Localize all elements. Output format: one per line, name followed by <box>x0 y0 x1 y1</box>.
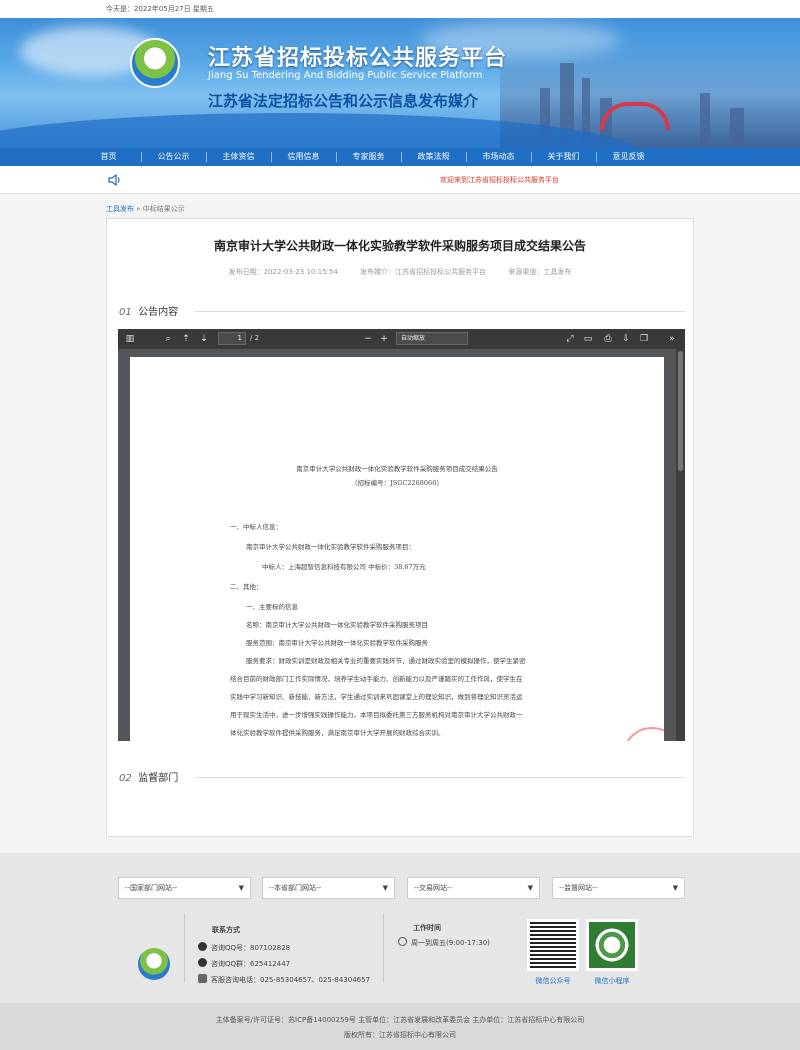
current-date: 今天是：2022年05月27日 星期五 <box>106 5 214 13</box>
nav-item-credentials[interactable]: 主体资信 <box>206 148 271 166</box>
contact-phone: 客服咨询电话：025-85304657、025-84304657 <box>198 974 370 985</box>
site-title: 江苏省招标投标公共服务平台 <box>208 46 508 71</box>
trading-sites-select[interactable]: --交易网站-- ▼ <box>407 877 540 899</box>
copyright-line-1: 主体备案号/许可证号：苏ICP备14000259号 主管单位：江苏省发展和改革委… <box>215 1016 585 1024</box>
pdf-line: 二、其他： <box>230 583 263 591</box>
pdf-line: 名称：南京审计大学公共财政一体化实验教学软件采购服务项目 <box>246 621 428 629</box>
section-label: 公告内容 <box>138 307 179 318</box>
top-date-bar: 今天是：2022年05月27日 星期五 <box>0 0 800 18</box>
contact-qq-group: 咨询QQ群：625412447 <box>198 958 290 969</box>
work-hours: 周一到周五(9:00-17:30) <box>398 937 490 948</box>
download-icon[interactable]: ⇩ <box>620 332 632 346</box>
qr-label-official[interactable]: 微信公众号 <box>523 976 583 986</box>
contact-qq: 咨询QQ号：807102828 <box>198 942 290 953</box>
sidebar-toggle-icon[interactable]: ▥ <box>124 332 136 346</box>
qr-label-miniprogram[interactable]: 微信小程序 <box>582 976 642 986</box>
footer-logo <box>138 948 170 980</box>
dropdown-caret-icon: ▼ <box>527 884 533 892</box>
pdf-line: 中标人：上海超智信息科技有限公司 中标价：38.67万元 <box>262 563 426 571</box>
publish-date: 发布日期：2022-03-23 10:15:54 <box>228 268 338 276</box>
nav-item-experts[interactable]: 专家服务 <box>336 148 401 166</box>
article-panel: 南京审计大学公共财政一体化实验教学软件采购服务项目成交结果公告 发布日期：202… <box>106 218 694 837</box>
nav-item-policy[interactable]: 政策法规 <box>401 148 466 166</box>
section-number: 02 <box>119 773 132 784</box>
section-label: 监督部门 <box>138 773 179 784</box>
phone-icon <box>198 974 207 983</box>
pdf-page: 南京审计大学公共财政一体化实验教学软件采购服务项目成交结果公告 （招标编号：JS… <box>130 357 664 741</box>
pdf-toolbar: ▥ ⌕ ⇡ ⇣ 1 / 2 − + 自动缩放 ⤢ ▭ ⎙ ⇩ ❒ » <box>118 329 685 349</box>
pdf-line: 用于现实生活中，进一步增强实践操作能力。本项目拟委托第三方服务机构对南京审计大学… <box>230 711 523 719</box>
main-nav: 首页 公告公示 主体资信 信用信息 专家服务 政策法规 市场动态 关于我们 意见… <box>0 148 800 166</box>
site-footer: --国家部门网站-- ▼ --本省部门网站-- ▼ --交易网站-- ▼ --监督网站… <box>0 853 800 1003</box>
breadcrumb-separator: » <box>136 205 141 213</box>
page-number-input[interactable]: 1 <box>218 332 246 345</box>
marquee-text[interactable]: 欢迎来到江苏省招标投标公共服务平台 <box>440 175 559 185</box>
zoom-out-icon[interactable]: − <box>362 332 374 346</box>
site-title-en: Jiang Su Tendering And Bidding Public Se… <box>208 70 483 81</box>
nav-item-about[interactable]: 关于我们 <box>531 148 596 166</box>
national-sites-select[interactable]: --国家部门网站-- ▼ <box>118 877 251 899</box>
zoom-select[interactable]: 自动缩放 <box>396 332 468 345</box>
site-banner: 江苏省招标投标公共服务平台 Jiang Su Tendering And Bid… <box>0 18 800 148</box>
official-seal-stamp <box>622 727 664 741</box>
pdf-viewer[interactable]: ▥ ⌕ ⇡ ⇣ 1 / 2 − + 自动缩放 ⤢ ▭ ⎙ ⇩ ❒ » 南京审计大… <box>118 329 685 741</box>
dropdown-caret-icon: ▼ <box>672 884 678 892</box>
copyright-line-2: 版权所有：江苏省招标中心有限公司 <box>344 1031 456 1039</box>
bookmark-icon[interactable]: ❒ <box>638 332 650 346</box>
pdf-title: 南京审计大学公共财政一体化实验教学软件采购服务项目成交结果公告 <box>296 465 498 473</box>
pdf-line: 南京审计大学公共财政一体化实验教学软件采购服务项目： <box>246 543 415 551</box>
article-title: 南京审计大学公共财政一体化实验教学软件采购服务项目成交结果公告 <box>213 239 586 253</box>
pdf-line: 一、主要标的信息 <box>246 603 298 611</box>
province-sites-select[interactable]: --本省部门网站-- ▼ <box>262 877 395 899</box>
section-supervision: 02 监督部门 <box>119 769 685 785</box>
dropdown-caret-icon: ▼ <box>238 884 244 892</box>
open-file-icon[interactable]: ▭ <box>582 332 594 346</box>
dropdown-caret-icon: ▼ <box>382 884 388 892</box>
qq-icon <box>198 942 207 951</box>
breadcrumb-home[interactable]: 工具发布 <box>106 205 134 213</box>
pdf-line: 服务范围：南京审计大学公共财政一体化实验教学软件采购服务 <box>246 639 428 647</box>
contact-title: 联系方式 <box>212 926 240 934</box>
more-tools-icon[interactable]: » <box>666 332 678 346</box>
nav-item-market[interactable]: 市场动态 <box>466 148 531 166</box>
prev-page-icon[interactable]: ⇡ <box>180 332 192 346</box>
section-number: 01 <box>119 307 132 318</box>
publish-source: 来源渠道：工具发布 <box>508 268 572 276</box>
breadcrumb: 工具发布 » 中标结果公示 <box>106 204 185 214</box>
search-icon[interactable]: ⌕ <box>162 332 174 346</box>
section-announcement: 01 公告内容 <box>119 303 685 319</box>
print-icon[interactable]: ⎙ <box>602 332 614 346</box>
zoom-in-icon[interactable]: + <box>378 332 390 346</box>
supervision-sites-select[interactable]: --监督网站-- ▼ <box>552 877 685 899</box>
site-subtitle: 江苏省法定招标公告和公示信息发布媒介 <box>208 92 479 110</box>
hours-title: 工作时间 <box>413 924 441 932</box>
breadcrumb-current: 中标结果公示 <box>142 205 185 213</box>
page-total: / 2 <box>250 334 260 342</box>
presentation-icon[interactable]: ⤢ <box>564 332 576 346</box>
speaker-icon <box>108 174 120 186</box>
nav-item-announcements[interactable]: 公告公示 <box>141 148 206 166</box>
wechat-miniprogram-qr <box>586 919 638 971</box>
nav-item-feedback[interactable]: 意见反馈 <box>596 148 661 166</box>
copyright-bar: 主体备案号/许可证号：苏ICP备14000259号 主管单位：江苏省发展和改革委… <box>0 1003 800 1050</box>
nav-item-credit[interactable]: 信用信息 <box>271 148 336 166</box>
pdf-line: 体化实验教学软件提供采购服务，满足南京审计大学开展的财政综合实训。 <box>230 729 445 737</box>
qq-group-icon <box>198 958 207 967</box>
pdf-line: 实践中学习新知识、新技能、新方法，学生通过实训来巩固课堂上的理论知识，做到将理论… <box>230 693 523 701</box>
wechat-official-qr <box>527 919 579 971</box>
pdf-number: （招标编号：JSGC2268060） <box>351 479 443 487</box>
pdf-scrollbar[interactable] <box>676 349 685 741</box>
nav-item-home[interactable]: 首页 <box>76 148 141 166</box>
platform-logo[interactable] <box>130 38 180 88</box>
clock-icon <box>398 937 407 946</box>
notice-bar: 欢迎来到江苏省招标投标公共服务平台 <box>0 166 800 194</box>
pdf-line: 结合目前的财政部门工作实际情况，培养学生动手能力、创新能力以及严谨踏实的工作作风… <box>230 675 523 683</box>
next-page-icon[interactable]: ⇣ <box>198 332 210 346</box>
pdf-line: 服务要求：财政实训是财政及相关专业的重要实践环节，通过财政实验室的模拟操作，使学… <box>246 657 526 665</box>
article-meta: 发布日期：2022-03-23 10:15:54 发布媒介：江苏省招标投标公共服… <box>107 267 693 277</box>
publish-media: 发布媒介：江苏省招标投标公共服务平台 <box>360 268 487 276</box>
pdf-line: 一、中标人信息： <box>230 523 282 531</box>
